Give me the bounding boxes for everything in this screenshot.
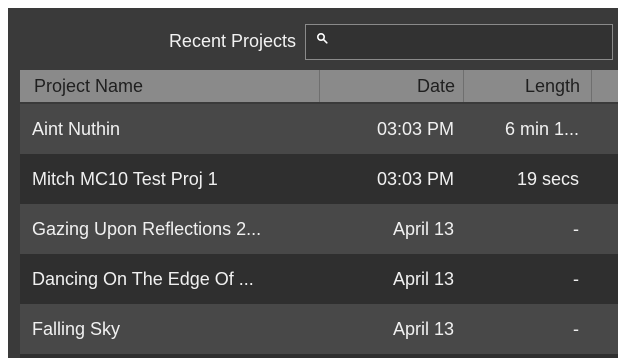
- table-row[interactable]: Gazing Upon Reflections 2... April 13 -: [20, 204, 618, 254]
- search-input[interactable]: [332, 25, 608, 59]
- project-length-cell: 6 min 1...: [504, 119, 579, 139]
- project-date-cell: 03:03 PM: [376, 169, 454, 189]
- project-date-cell: April 13: [392, 219, 454, 239]
- table-row[interactable]: Aint Nuthin 03:03 PM 6 min 1...: [20, 104, 618, 154]
- recent-projects-toolbar: Recent Projects: [8, 8, 618, 68]
- project-date-cell: April 13: [392, 269, 454, 289]
- project-name-cell: Falling Sky: [32, 319, 121, 339]
- project-date-cell: April 13: [392, 319, 454, 339]
- column-header-spacer: [591, 70, 618, 102]
- project-name-cell: Gazing Upon Reflections 2...: [32, 219, 262, 239]
- column-header-project-name[interactable]: Project Name: [20, 70, 319, 102]
- column-header-length[interactable]: Length: [463, 70, 591, 102]
- search-icon: [316, 32, 328, 44]
- table-row[interactable]: Dancing On The Edge Of ... April 13 -: [20, 254, 618, 304]
- table-row[interactable]: Falling Sky April 13 -: [20, 304, 618, 354]
- project-name-cell: Dancing On The Edge Of ...: [32, 269, 254, 289]
- project-length-cell: -: [573, 319, 579, 339]
- project-length-cell: -: [573, 219, 579, 239]
- table-row-partial: [20, 354, 618, 358]
- recent-projects-panel: Recent Projects Project Name Date Length…: [8, 8, 618, 358]
- table-header: Project Name Date Length: [20, 70, 618, 102]
- project-length-cell: -: [573, 269, 579, 289]
- project-name-cell: Mitch MC10 Test Proj 1: [32, 169, 218, 189]
- column-header-date[interactable]: Date: [319, 70, 463, 102]
- recent-projects-title: Recent Projects: [168, 31, 296, 51]
- project-date-cell: 03:03 PM: [376, 119, 454, 139]
- search-box[interactable]: [305, 24, 613, 60]
- project-list: Aint Nuthin 03:03 PM 6 min 1... Mitch MC…: [20, 104, 618, 354]
- project-length-cell: 19 secs: [516, 169, 579, 189]
- table-row[interactable]: Mitch MC10 Test Proj 1 03:03 PM 19 secs: [20, 154, 618, 204]
- project-name-cell: Aint Nuthin: [32, 119, 121, 139]
